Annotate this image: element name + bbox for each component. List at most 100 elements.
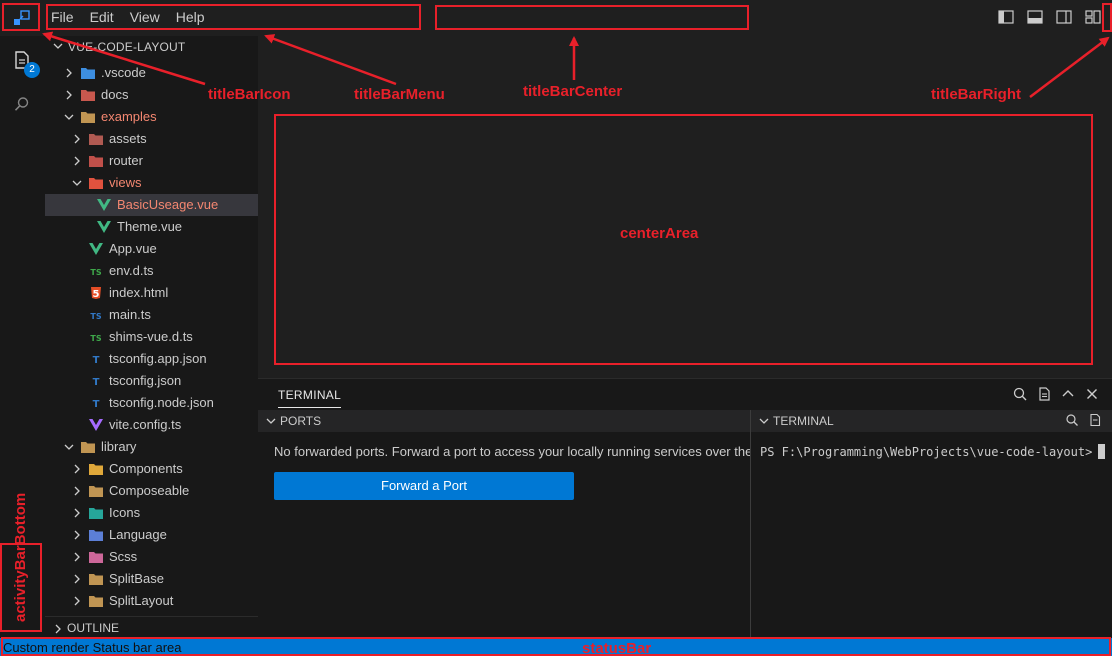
explorer-header[interactable]: VUE-CODE-LAYOUT xyxy=(45,36,258,58)
label-title-bar-center: titleBarCenter xyxy=(523,83,623,100)
ports-header[interactable]: PORTS xyxy=(258,410,750,432)
label-center-area: centerArea xyxy=(620,225,699,242)
explorer-badge: 2 xyxy=(24,62,40,78)
chevron-up-icon[interactable] xyxy=(1060,386,1076,402)
menu-edit[interactable]: Edit xyxy=(90,9,130,25)
chevron-right-icon[interactable] xyxy=(71,573,83,585)
tree-item-label: Theme.vue xyxy=(117,219,183,234)
chevron-right-icon[interactable] xyxy=(71,155,83,167)
tree-folder-row[interactable]: Scss xyxy=(45,546,258,568)
tree-folder-row[interactable]: views xyxy=(45,172,258,194)
vscode-folder-icon xyxy=(81,68,95,79)
tree-item-label: env.d.ts xyxy=(109,263,154,278)
tree-item-label: router xyxy=(109,153,143,168)
folder-icon xyxy=(89,486,103,497)
title-bar-layout-controls xyxy=(997,8,1102,26)
tree-file-row[interactable]: App.vue xyxy=(45,238,258,260)
close-icon[interactable] xyxy=(1084,386,1100,402)
tree-item-label: SplitBase xyxy=(109,571,164,586)
tree-file-row[interactable]: Theme.vue xyxy=(45,216,258,238)
tree-folder-row[interactable]: assets xyxy=(45,128,258,150)
tab-terminal[interactable]: TERMINAL xyxy=(278,388,342,408)
new-file-icon[interactable] xyxy=(1088,413,1102,427)
tree-item-label: App.vue xyxy=(109,241,157,256)
toggle-primary-sidebar-icon[interactable] xyxy=(997,8,1015,26)
tree-file-row[interactable]: BasicUseage.vue xyxy=(45,194,258,216)
search-icon[interactable] xyxy=(1065,413,1079,427)
terminal-view[interactable]: TERMINAL PS F:\Programming\WebProjects\v… xyxy=(750,410,1112,639)
vite-file-icon xyxy=(89,419,103,431)
svg-text:T: T xyxy=(93,377,100,388)
tree-folder-row[interactable]: Icons xyxy=(45,502,258,524)
label-title-bar-right: titleBarRight xyxy=(931,86,1021,103)
menu-file[interactable]: File xyxy=(51,9,90,25)
tree-folder-row[interactable]: SplitLayout xyxy=(45,590,258,612)
tree-item-label: tsconfig.json xyxy=(109,373,182,388)
chevron-down-icon[interactable] xyxy=(63,111,75,123)
tree-item-label: main.ts xyxy=(109,307,151,322)
terminal-header[interactable]: TERMINAL xyxy=(751,410,1112,432)
tree-folder-row[interactable]: router xyxy=(45,150,258,172)
tree-item-label: library xyxy=(101,439,137,454)
title-bar: File Edit View Help xyxy=(0,0,1112,36)
chevron-right-icon[interactable] xyxy=(71,595,83,607)
svg-text:T: T xyxy=(93,399,100,410)
svg-text:TS: TS xyxy=(90,268,101,277)
search-icon[interactable] xyxy=(14,96,30,112)
menu-help[interactable]: Help xyxy=(176,9,221,25)
tree-file-row[interactable]: vite.config.ts xyxy=(45,414,258,436)
tree-file-row[interactable]: Ttsconfig.app.json xyxy=(45,348,258,370)
terminal-header-actions xyxy=(1065,413,1102,427)
status-bar: Custom render Status bar area xyxy=(0,638,1112,656)
tree-folder-row[interactable]: .vscode xyxy=(45,62,258,84)
chevron-right-icon[interactable] xyxy=(71,529,83,541)
app-logo-icon xyxy=(14,10,30,25)
customize-layout-icon[interactable] xyxy=(1084,8,1102,26)
outline-section-header[interactable]: OUTLINE xyxy=(45,616,258,638)
tree-item-label: Language xyxy=(109,527,167,542)
tree-item-label: assets xyxy=(109,131,147,146)
chevron-down-icon[interactable] xyxy=(71,177,83,189)
toggle-secondary-sidebar-icon[interactable] xyxy=(1055,8,1073,26)
tree-item-label: views xyxy=(109,175,142,190)
tree-folder-row[interactable]: SplitBase xyxy=(45,568,258,590)
forward-port-button[interactable]: Forward a Port xyxy=(274,472,574,500)
file-tree: .vscode docs examples assets router views Basi… xyxy=(45,62,258,612)
tsconfig-file-icon: T xyxy=(93,377,100,388)
chevron-right-icon[interactable] xyxy=(71,485,83,497)
vue-file-icon xyxy=(89,243,103,255)
tree-item-label: Components xyxy=(109,461,183,476)
tree-folder-row[interactable]: library xyxy=(45,436,258,458)
tree-folder-row[interactable]: examples xyxy=(45,106,258,128)
scss-folder-icon xyxy=(89,552,103,563)
tree-folder-row[interactable]: Components xyxy=(45,458,258,480)
tree-folder-row[interactable]: Composeable xyxy=(45,480,258,502)
chevron-right-icon[interactable] xyxy=(71,507,83,519)
library-folder-icon xyxy=(81,442,95,453)
search-icon[interactable] xyxy=(1012,386,1028,402)
tree-file-row[interactable]: Ttsconfig.json xyxy=(45,370,258,392)
html-file-icon: 5 xyxy=(91,287,101,300)
chevron-right-icon[interactable] xyxy=(71,133,83,145)
tree-item-label: index.html xyxy=(109,285,169,300)
ts-file-icon: TS xyxy=(90,268,101,277)
tree-file-row[interactable]: Ttsconfig.node.json xyxy=(45,392,258,414)
tree-file-row[interactable]: TS env.d.ts xyxy=(45,260,258,282)
chevron-down-icon[interactable] xyxy=(63,441,75,453)
chevron-right-icon[interactable] xyxy=(63,89,75,101)
components-folder-icon xyxy=(89,464,103,475)
chevron-right-icon[interactable] xyxy=(63,67,75,79)
tree-file-row[interactable]: TS main.ts xyxy=(45,304,258,326)
tree-item-label: BasicUseage.vue xyxy=(117,197,219,212)
chevron-right-icon[interactable] xyxy=(71,551,83,563)
new-file-icon[interactable] xyxy=(1036,386,1052,402)
tree-file-row[interactable]: TS shims-vue.d.ts xyxy=(45,326,258,348)
ts-file-icon: TS xyxy=(90,312,101,321)
tsconfig-file-icon: T xyxy=(93,399,100,410)
tree-folder-row[interactable]: Language xyxy=(45,524,258,546)
menu-view[interactable]: View xyxy=(130,9,176,25)
toggle-panel-icon[interactable] xyxy=(1026,8,1044,26)
chevron-right-icon[interactable] xyxy=(71,463,83,475)
chevron-down-icon xyxy=(266,418,276,424)
tree-file-row[interactable]: 5 index.html xyxy=(45,282,258,304)
